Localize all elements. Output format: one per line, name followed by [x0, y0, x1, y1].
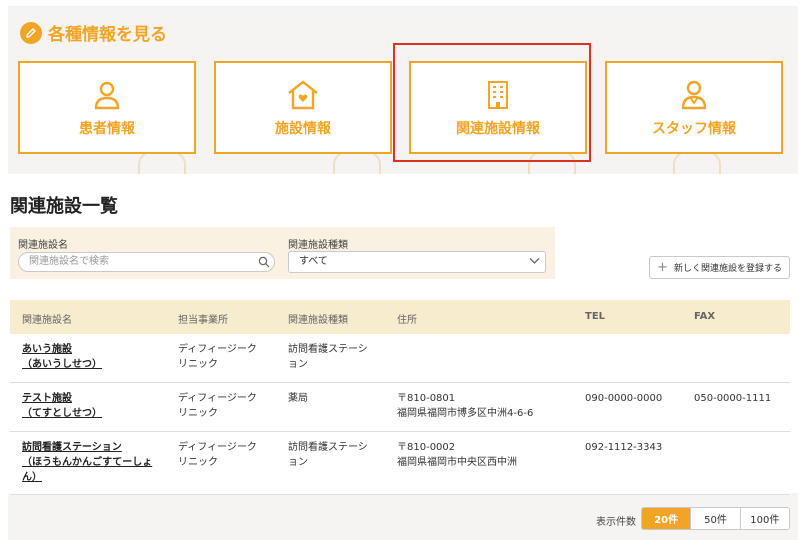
- card-patient-info[interactable]: 患者情報: [18, 61, 196, 154]
- type-cell: 訪問看護ステーシ ョン: [288, 442, 368, 468]
- register-facility-button[interactable]: + 新しく関連施設を登録する: [649, 256, 790, 279]
- card-label: 患者情報: [79, 120, 135, 137]
- page-size-option-20[interactable]: 20件: [642, 508, 691, 529]
- person-icon: [94, 81, 120, 109]
- page-size-selector: 20件 50件 100件: [641, 507, 790, 530]
- page-size-option-100[interactable]: 100件: [739, 508, 789, 529]
- table-row: あいう施設 （あいうしせつ） ディフィージーク リニック 訪問看護ステーシ ョン: [10, 334, 790, 383]
- card-facility-info[interactable]: 施設情報: [214, 61, 392, 154]
- type-cell: 訪問看護ステーシ ョン: [288, 344, 368, 370]
- office-cell: ディフィージーク リニック: [178, 393, 257, 419]
- address-cell: 〒810-0801 福岡県福岡市博多区中洲4-6-6: [397, 393, 534, 419]
- section-heading-text: 各種情報を見る: [48, 25, 167, 45]
- type-cell: 薬局: [288, 393, 308, 404]
- column-header: FAX: [694, 311, 716, 322]
- column-header: 住所: [397, 315, 417, 326]
- page-size-option-50[interactable]: 50件: [690, 508, 740, 529]
- table-row: テスト施設 （てすとしせつ） ディフィージーク リニック 薬局 〒810-0801 福…: [10, 383, 790, 432]
- staff-icon: [681, 80, 707, 109]
- card-staff-info[interactable]: スタッフ情報: [605, 61, 783, 154]
- section-heading: 各種情報を見る: [20, 20, 167, 45]
- column-header: 担当事業所: [178, 315, 228, 326]
- divider: [0, 174, 800, 180]
- address-cell: 〒810-0002 福岡県福岡市中央区西中洲: [397, 442, 517, 468]
- facility-name-link[interactable]: 訪問看護ステーション （ほうもんかんごすてーしょ ん）: [22, 440, 152, 485]
- search-icon[interactable]: [258, 256, 270, 268]
- page-size-label: 表示件数: [596, 517, 636, 528]
- facility-table: 関連施設名 担当事業所 関連施設種類 住所 TEL FAX あいう施設 （あいうし…: [10, 300, 790, 495]
- register-button-label: 新しく関連施設を登録する: [673, 264, 782, 274]
- facility-type-select[interactable]: すべて: [288, 251, 546, 273]
- page-title: 関連施設一覧: [10, 196, 118, 217]
- search-input[interactable]: 関連施設名で検索: [18, 252, 275, 272]
- column-header: 関連施設種類: [288, 315, 348, 326]
- filter-type-label: 関連施設種類: [288, 240, 348, 251]
- column-header: 関連施設名: [22, 315, 72, 326]
- facility-name-link[interactable]: あいう施設 （あいうしせつ）: [22, 342, 102, 372]
- facility-name-link[interactable]: テスト施設 （てすとしせつ）: [22, 391, 102, 421]
- fax-cell: 050-0000-1111: [694, 393, 772, 404]
- pencil-icon: [20, 21, 42, 44]
- tel-cell: 092-1112-3343: [585, 442, 663, 453]
- house-heart-icon: [288, 79, 318, 109]
- filter-name-label: 関連施設名: [18, 240, 68, 251]
- office-cell: ディフィージーク リニック: [178, 344, 257, 370]
- selection-highlight-box: [393, 43, 591, 162]
- column-header: TEL: [585, 311, 606, 322]
- chevron-down-icon: [529, 258, 540, 264]
- card-label: スタッフ情報: [652, 120, 736, 137]
- tel-cell: 090-0000-0000: [585, 393, 663, 404]
- table-header: 関連施設名 担当事業所 関連施設種類 住所 TEL FAX: [10, 300, 790, 334]
- table-row: 訪問看護ステーション （ほうもんかんごすてーしょ ん） ディフィージーク リニック 訪…: [10, 432, 790, 495]
- plus-icon: +: [657, 260, 668, 275]
- card-label: 施設情報: [275, 120, 331, 137]
- office-cell: ディフィージーク リニック: [178, 442, 257, 468]
